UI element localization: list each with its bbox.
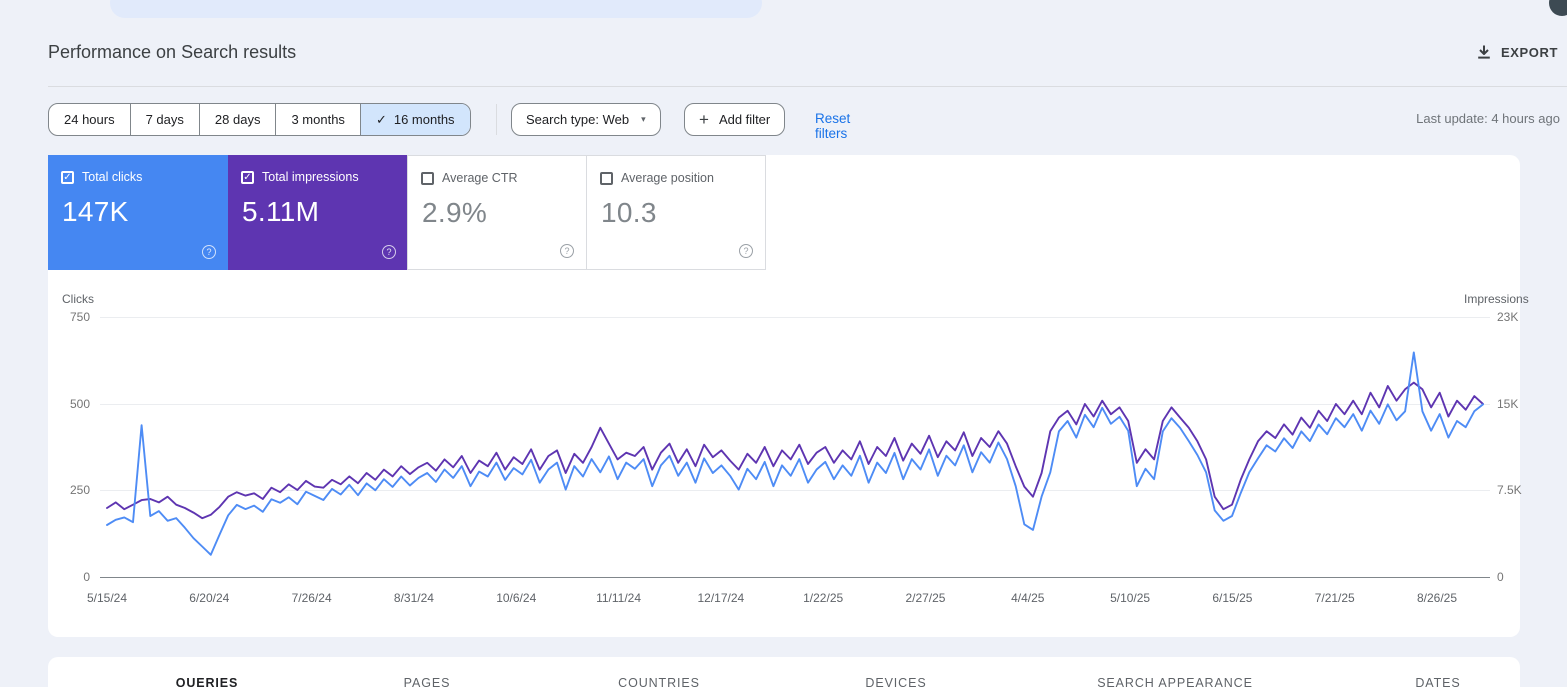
date-range-chip-28-days[interactable]: 28 days xyxy=(200,104,277,135)
date-range-chip-24-hours[interactable]: 24 hours xyxy=(49,104,131,135)
date-range-label: 7 days xyxy=(145,112,184,127)
metric-label: Total clicks xyxy=(82,170,143,184)
x-axis-date-label: 7/21/25 xyxy=(1314,591,1355,605)
tab-devices[interactable]: DEVICES xyxy=(865,676,926,687)
export-label: EXPORT xyxy=(1500,44,1558,60)
download-icon xyxy=(1476,44,1492,60)
check-icon: ✓ xyxy=(375,112,387,127)
x-axis-date-label: 2/27/25 xyxy=(905,591,946,605)
x-axis-date-label: 6/15/25 xyxy=(1212,591,1253,605)
date-range-chip-group: 24 hours 7 days 28 days 3 months ✓ 16 months xyxy=(48,103,471,136)
search-type-label: Search type: Web xyxy=(526,112,630,127)
add-filter-label: Add filter xyxy=(718,112,771,127)
date-range-label: 24 hours xyxy=(64,112,115,127)
x-axis-date-label: 7/26/24 xyxy=(291,591,332,605)
checkbox-unchecked-icon[interactable] xyxy=(600,171,613,185)
metric-label: Total impressions xyxy=(262,170,359,184)
metric-tile-total-clicks[interactable]: ✓ Total clicks 147K? xyxy=(48,155,228,270)
metric-tile-total-impressions[interactable]: ✓ Total impressions 5.11M? xyxy=(228,155,408,270)
left-axis-tick: 750 xyxy=(69,310,90,324)
x-axis-date-label: 5/10/25 xyxy=(1110,591,1151,605)
right-axis-tick: 0 xyxy=(1497,570,1504,584)
last-update-text: Last update: 4 hours ago xyxy=(1416,111,1560,126)
chevron-down-icon: ▾ xyxy=(641,114,646,124)
checkbox-checked-icon[interactable]: ✓ xyxy=(61,170,74,184)
reset-filters-link[interactable]: Reset filters xyxy=(815,111,850,141)
metric-tile-average-position[interactable]: Average position 10.3? xyxy=(586,155,766,270)
account-avatar[interactable] xyxy=(1549,0,1567,16)
help-icon[interactable]: ? xyxy=(560,244,574,258)
x-axis-date-label: 10/6/24 xyxy=(496,591,537,605)
export-button[interactable]: EXPORT xyxy=(1476,44,1558,60)
date-range-label: 28 days xyxy=(214,112,261,127)
right-axis-title: Impressions xyxy=(1464,292,1529,306)
checkbox-checked-icon[interactable]: ✓ xyxy=(241,170,254,184)
filter-group-separator xyxy=(496,104,497,135)
header-divider xyxy=(48,86,1567,87)
tab-dates[interactable]: DATES xyxy=(1415,676,1460,687)
date-range-label: 16 months xyxy=(393,112,455,127)
right-axis-tick: 7.5K xyxy=(1497,483,1522,497)
help-icon[interactable]: ? xyxy=(739,244,753,258)
tab-countries[interactable]: COUNTRIES xyxy=(618,676,700,687)
date-range-chip-7-days[interactable]: 7 days xyxy=(131,104,200,135)
date-range-chip-3-months[interactable]: 3 months xyxy=(276,104,361,135)
metric-tile-average-ctr[interactable]: Average CTR 2.9%? xyxy=(407,155,587,270)
metric-value: 5.11M xyxy=(242,196,320,227)
x-axis-date-label: 6/20/24 xyxy=(189,591,230,605)
right-axis-tick: 15K xyxy=(1497,397,1519,411)
left-axis-title: Clicks xyxy=(62,292,94,306)
right-axis-tick: 23K xyxy=(1497,310,1519,324)
help-icon[interactable]: ? xyxy=(202,245,216,259)
clicks-impressions-line-chart[interactable] xyxy=(100,316,1490,578)
x-axis-date-label: 8/26/25 xyxy=(1416,591,1458,605)
top-search-bar[interactable] xyxy=(110,0,762,18)
x-axis-date-label: 1/22/25 xyxy=(803,591,844,605)
metric-value: 10.3 xyxy=(601,197,657,228)
performance-page: Performance on Search results EXPORT 24 … xyxy=(0,0,1567,687)
left-axis-tick: 500 xyxy=(69,397,90,411)
x-axis-date-label: 5/15/24 xyxy=(86,591,128,605)
left-axis-tick: 0 xyxy=(83,570,90,584)
metric-label: Average position xyxy=(621,171,714,185)
metric-label: Average CTR xyxy=(442,171,518,185)
help-icon[interactable]: ? xyxy=(382,245,396,259)
left-axis-tick: 250 xyxy=(69,483,90,497)
x-axis-date-label: 4/4/25 xyxy=(1011,591,1045,605)
tab-search-appearance[interactable]: SEARCH APPEARANCE xyxy=(1097,676,1253,687)
page-title: Performance on Search results xyxy=(48,42,297,62)
x-axis-date-label: 8/31/24 xyxy=(393,591,434,605)
metric-value: 2.9% xyxy=(422,197,488,228)
search-type-chip[interactable]: Search type: Web ▾ xyxy=(511,103,661,136)
dimension-tabs-card: QUERIES PAGES COUNTRIES DEVICES SEARCH APPEA… xyxy=(48,657,1520,687)
metric-value: 147K xyxy=(62,196,129,227)
tab-queries[interactable]: QUERIES xyxy=(176,676,239,687)
x-axis-date-label: 12/17/24 xyxy=(697,591,745,605)
checkbox-unchecked-icon[interactable] xyxy=(421,171,434,185)
tab-pages[interactable]: PAGES xyxy=(404,676,451,687)
date-range-label: 3 months xyxy=(291,112,345,127)
metric-tiles-row: ✓ Total clicks 147K? ✓ Total impressions 5.11… xyxy=(48,155,766,270)
plus-icon: + xyxy=(699,109,709,129)
x-axis-date-label: 11/11/24 xyxy=(596,591,642,605)
date-range-chip-16-months[interactable]: ✓ 16 months xyxy=(360,104,470,135)
add-filter-chip[interactable]: + Add filter xyxy=(684,103,786,136)
